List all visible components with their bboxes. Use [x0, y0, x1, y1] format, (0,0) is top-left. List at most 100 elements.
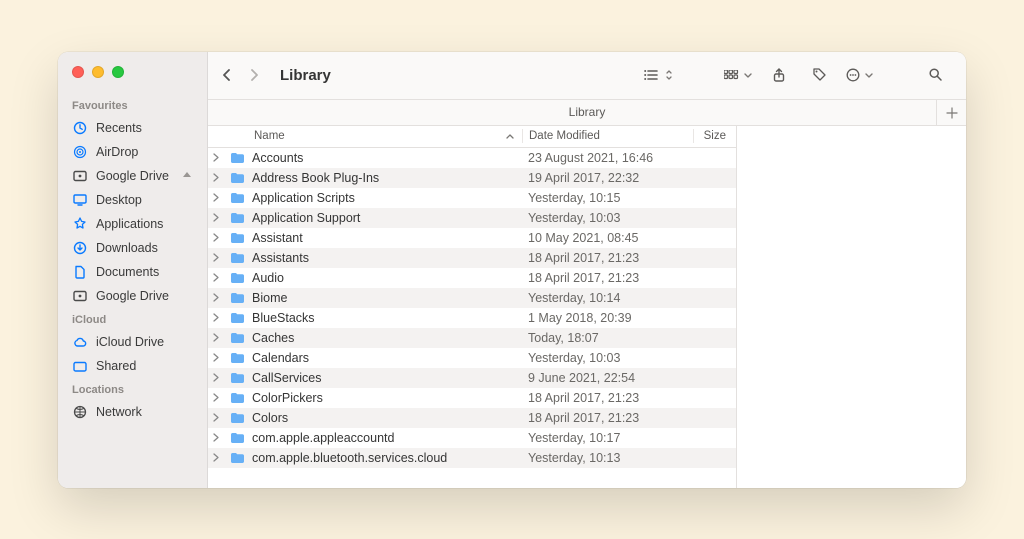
column-header-name[interactable]: Name [208, 130, 522, 142]
file-name: Application Scripts [246, 191, 522, 205]
eject-icon[interactable] [181, 170, 193, 181]
folder-icon [228, 271, 246, 284]
tags-button[interactable] [803, 62, 835, 88]
column-headers: Name Date Modified Size [208, 126, 736, 148]
disclosure-triangle-icon[interactable] [208, 433, 228, 442]
folder-icon [228, 331, 246, 344]
disclosure-triangle-icon[interactable] [208, 413, 228, 422]
file-date: Yesterday, 10:03 [522, 211, 692, 225]
file-name: com.apple.bluetooth.services.cloud [246, 451, 522, 465]
sidebar-item-documents[interactable]: Documents [58, 260, 207, 284]
sidebar-item-desktop[interactable]: Desktop [58, 188, 207, 212]
close-window-button[interactable] [72, 66, 84, 78]
file-row[interactable]: Address Book Plug-Ins19 April 2017, 22:3… [208, 168, 736, 188]
airdrop-icon [72, 144, 88, 160]
download-icon [72, 240, 88, 256]
folder-icon [228, 231, 246, 244]
file-date: 18 April 2017, 21:23 [522, 391, 692, 405]
folder-icon [228, 311, 246, 324]
search-button[interactable] [920, 62, 952, 88]
disclosure-triangle-icon[interactable] [208, 213, 228, 222]
file-name: Assistants [246, 251, 522, 265]
file-row[interactable]: com.apple.bluetooth.services.cloudYester… [208, 448, 736, 468]
window-title: Library [280, 67, 331, 84]
group-by-button[interactable] [721, 62, 755, 88]
sort-ascending-icon [506, 133, 522, 139]
disclosure-triangle-icon[interactable] [208, 173, 228, 182]
apps-icon [72, 216, 88, 232]
file-date: 18 April 2017, 21:23 [522, 271, 692, 285]
sidebar-item-google-drive[interactable]: Google Drive [58, 164, 207, 188]
file-row[interactable]: Accounts23 August 2021, 16:46 [208, 148, 736, 168]
folder-icon [228, 371, 246, 384]
file-list[interactable]: Accounts23 August 2021, 16:46Address Boo… [208, 148, 736, 488]
sidebar-item-google-drive[interactable]: Google Drive [58, 284, 207, 308]
file-row[interactable]: BiomeYesterday, 10:14 [208, 288, 736, 308]
file-row[interactable]: BlueStacks1 May 2018, 20:39 [208, 308, 736, 328]
sidebar-item-icloud-drive[interactable]: iCloud Drive [58, 330, 207, 354]
folder-icon [228, 391, 246, 404]
file-name: Application Support [246, 211, 522, 225]
file-row[interactable]: Application SupportYesterday, 10:03 [208, 208, 736, 228]
disclosure-triangle-icon[interactable] [208, 253, 228, 262]
sidebar-item-label: Google Drive [96, 169, 169, 183]
file-row[interactable]: CallServices9 June 2021, 22:54 [208, 368, 736, 388]
sidebar-item-network[interactable]: Network [58, 400, 207, 424]
sidebar-item-recents[interactable]: Recents [58, 116, 207, 140]
sidebar-section-label: iCloud [58, 308, 207, 330]
sidebar-section-label: Locations [58, 378, 207, 400]
file-name: Accounts [246, 151, 522, 165]
sidebar-item-downloads[interactable]: Downloads [58, 236, 207, 260]
file-name: Biome [246, 291, 522, 305]
sidebar-item-shared[interactable]: Shared [58, 354, 207, 378]
file-name: BlueStacks [246, 311, 522, 325]
column-header-date[interactable]: Date Modified [523, 130, 693, 142]
folder-icon [228, 431, 246, 444]
file-name: Address Book Plug-Ins [246, 171, 522, 185]
doc-icon [72, 264, 88, 280]
file-date: 23 August 2021, 16:46 [522, 151, 692, 165]
disclosure-triangle-icon[interactable] [208, 273, 228, 282]
folder-icon [228, 251, 246, 264]
file-row[interactable]: com.apple.appleaccountdYesterday, 10:17 [208, 428, 736, 448]
file-row[interactable]: CachesToday, 18:07 [208, 328, 736, 348]
tab-library[interactable]: Library [569, 105, 606, 119]
disclosure-triangle-icon[interactable] [208, 453, 228, 462]
sidebar-item-label: Google Drive [96, 289, 169, 303]
desktop-icon [72, 192, 88, 208]
disclosure-triangle-icon[interactable] [208, 293, 228, 302]
minimize-window-button[interactable] [92, 66, 104, 78]
disclosure-triangle-icon[interactable] [208, 373, 228, 382]
forward-button[interactable] [250, 69, 260, 81]
disclosure-triangle-icon[interactable] [208, 233, 228, 242]
sidebar-item-label: iCloud Drive [96, 335, 164, 349]
new-tab-button[interactable] [936, 100, 966, 126]
file-row[interactable]: CalendarsYesterday, 10:03 [208, 348, 736, 368]
finder-window: FavouritesRecentsAirDropGoogle DriveDesk… [58, 52, 966, 488]
file-row[interactable]: ColorPickers18 April 2017, 21:23 [208, 388, 736, 408]
share-button[interactable] [763, 62, 795, 88]
disclosure-triangle-icon[interactable] [208, 193, 228, 202]
file-row[interactable]: Colors18 April 2017, 21:23 [208, 408, 736, 428]
sidebar-item-applications[interactable]: Applications [58, 212, 207, 236]
file-row[interactable]: Assistant10 May 2021, 08:45 [208, 228, 736, 248]
file-row[interactable]: Assistants18 April 2017, 21:23 [208, 248, 736, 268]
disclosure-triangle-icon[interactable] [208, 313, 228, 322]
view-mode-button[interactable] [641, 62, 677, 88]
file-name: ColorPickers [246, 391, 522, 405]
file-row[interactable]: Application ScriptsYesterday, 10:15 [208, 188, 736, 208]
actions-button[interactable] [843, 62, 876, 88]
column-header-size[interactable]: Size [694, 130, 734, 142]
shared-icon [72, 358, 88, 374]
disclosure-triangle-icon[interactable] [208, 393, 228, 402]
sidebar-item-airdrop[interactable]: AirDrop [58, 140, 207, 164]
file-date: Yesterday, 10:03 [522, 351, 692, 365]
disclosure-triangle-icon[interactable] [208, 333, 228, 342]
back-button[interactable] [222, 69, 232, 81]
cloud-icon [72, 334, 88, 350]
disclosure-triangle-icon[interactable] [208, 153, 228, 162]
fullscreen-window-button[interactable] [112, 66, 124, 78]
disclosure-triangle-icon[interactable] [208, 353, 228, 362]
file-row[interactable]: Audio18 April 2017, 21:23 [208, 268, 736, 288]
folder-icon [228, 291, 246, 304]
